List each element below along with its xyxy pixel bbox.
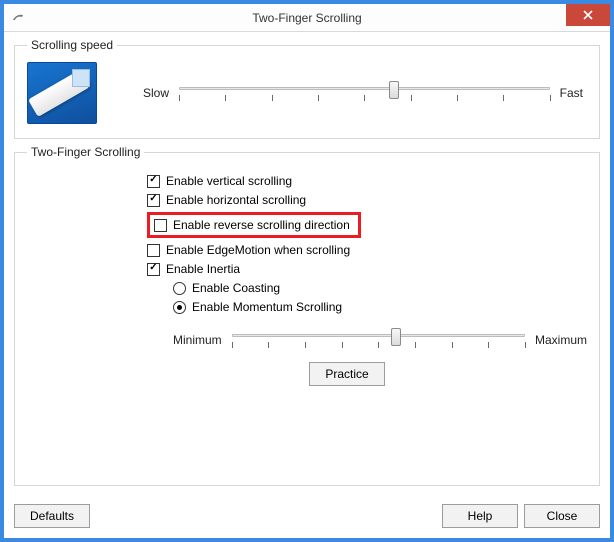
inertia-min-label: Minimum <box>173 333 222 347</box>
defaults-button[interactable]: Defaults <box>14 504 90 528</box>
two-finger-scrolling-group: Two-Finger Scrolling ✓ Enable vertical s… <box>14 145 600 486</box>
two-finger-scrolling-legend: Two-Finger Scrolling <box>27 145 144 159</box>
inertia-max-label: Maximum <box>535 333 587 347</box>
dialog-window: Two-Finger Scrolling Scrolling speed Slo… <box>4 4 610 538</box>
reverse-scrolling-label: Enable reverse scrolling direction <box>173 218 350 232</box>
speed-max-label: Fast <box>560 86 583 100</box>
horizontal-scrolling-label: Enable horizontal scrolling <box>166 193 306 207</box>
edgemotion-checkbox[interactable]: ✓ <box>147 244 160 257</box>
inertia-checkbox[interactable]: ✓ <box>147 263 160 276</box>
practice-button[interactable]: Practice <box>309 362 385 386</box>
reverse-scrolling-highlight: ✓ Enable reverse scrolling direction <box>147 212 361 238</box>
horizontal-scrolling-checkbox[interactable]: ✓ <box>147 194 160 207</box>
vertical-scrolling-label: Enable vertical scrolling <box>166 174 292 188</box>
scrolling-speed-legend: Scrolling speed <box>27 38 117 52</box>
close-button[interactable]: Close <box>524 504 600 528</box>
coasting-label: Enable Coasting <box>192 281 280 295</box>
scrolling-speed-group: Scrolling speed Slow Fast <box>14 38 600 139</box>
vertical-scrolling-checkbox[interactable]: ✓ <box>147 175 160 188</box>
reverse-scrolling-checkbox[interactable]: ✓ <box>154 219 167 232</box>
edgemotion-label: Enable EdgeMotion when scrolling <box>166 243 350 257</box>
inertia-label: Enable Inertia <box>166 262 240 276</box>
app-icon <box>10 10 26 26</box>
speed-icon <box>27 62 97 124</box>
window-title: Two-Finger Scrolling <box>4 11 610 25</box>
speed-min-label: Slow <box>143 86 169 100</box>
help-button[interactable]: Help <box>442 504 518 528</box>
titlebar: Two-Finger Scrolling <box>4 4 610 32</box>
inertia-slider[interactable] <box>232 326 525 354</box>
coasting-radio[interactable] <box>173 282 186 295</box>
speed-slider[interactable] <box>179 79 550 107</box>
momentum-label: Enable Momentum Scrolling <box>192 300 342 314</box>
window-close-button[interactable] <box>566 4 610 26</box>
momentum-radio[interactable] <box>173 301 186 314</box>
dialog-footer: Defaults Help Close <box>4 500 610 538</box>
